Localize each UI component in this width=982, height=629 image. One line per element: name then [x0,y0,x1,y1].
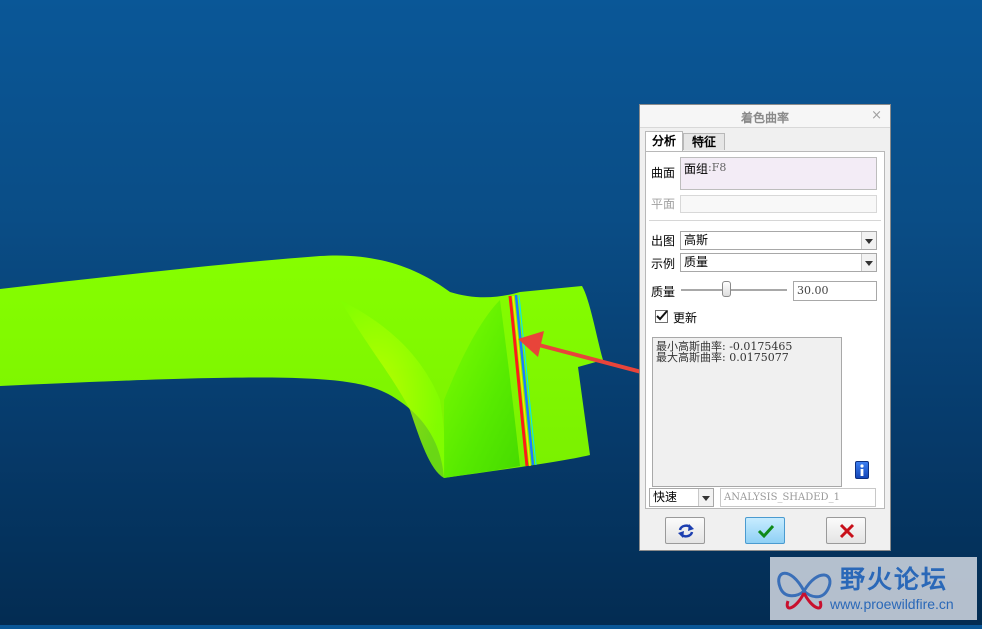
cancel-button[interactable] [826,517,866,544]
divider [649,220,881,221]
close-icon[interactable]: × [871,108,882,123]
quality-value-input[interactable]: 30.00 [793,281,877,301]
max-gaussian-curvature: 最大高斯曲率: 0.0175077 [656,351,789,364]
repeat-button[interactable] [665,517,705,544]
surface-label: 曲面 [651,166,676,180]
checkmark-icon [656,310,668,321]
chevron-down-icon [861,254,876,271]
update-checkbox[interactable] [655,310,668,323]
update-label: 更新 [673,311,698,325]
analysis-panel: 曲面 面组:F8 平面 出图 高斯 示例 质量 质量 30.00 更新 最小高斯… [645,151,885,509]
quality-slider-thumb[interactable] [722,281,732,297]
chevron-down-icon [698,489,713,506]
example-label: 示例 [651,257,676,271]
dialog-title: 着色曲率 [740,111,789,125]
tab-analysis[interactable]: 分析 [645,131,683,152]
output-select-value: 高斯 [684,233,709,247]
watermark-title: 野火论坛 [840,565,949,594]
surface-value-prefix: 面组 [684,162,709,176]
surface-collector[interactable]: 面组:F8 [680,157,877,190]
plane-label: 平面 [651,197,676,211]
tab-feature[interactable]: 特征 [683,133,725,150]
shaded-curvature-dialog: 着色曲率 × 分析 特征 曲面 面组:F8 平面 出图 高斯 示例 质量 质量 … [639,104,891,551]
repeat-icon [678,524,694,538]
dialog-titlebar: 着色曲率 × [640,105,890,128]
results-textarea[interactable]: 最小高斯曲率: -0.0175465 最大高斯曲率: 0.0175077 [652,337,842,487]
output-select[interactable]: 高斯 [680,231,877,250]
surface-value-suffix: :F8 [708,161,727,174]
plane-collector[interactable] [680,195,877,213]
quality-label: 质量 [651,285,676,299]
output-label: 出图 [651,234,676,248]
example-select[interactable]: 质量 [680,253,877,272]
analysis-name-input[interactable]: ANALYSIS_SHADED_1 [720,488,876,507]
quality-slider-track[interactable] [681,289,787,292]
close-icon [839,523,855,539]
mode-select-value: 快速 [653,490,678,504]
watermark-url: www.proewildfire.cn [830,596,954,612]
watermark-logo: 野火论坛 www.proewildfire.cn [770,557,977,620]
info-icon[interactable] [855,461,869,479]
chevron-down-icon [861,232,876,249]
checkmark-icon [757,524,775,539]
example-select-value: 质量 [684,255,709,269]
mode-select[interactable]: 快速 [649,488,714,507]
ok-button[interactable] [745,517,785,544]
